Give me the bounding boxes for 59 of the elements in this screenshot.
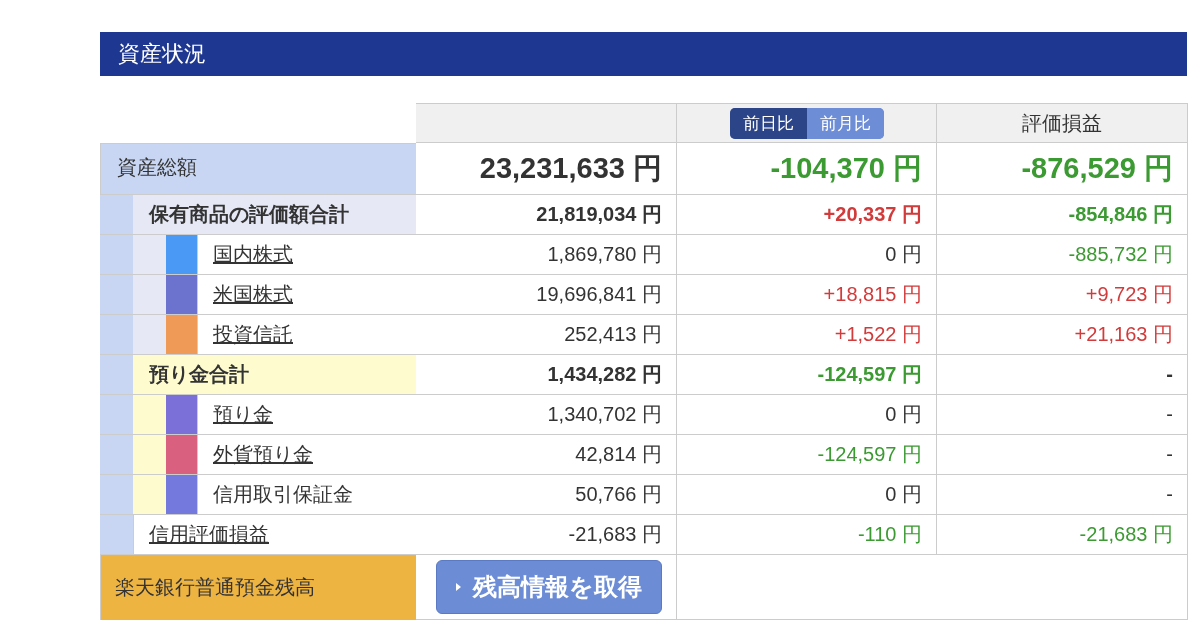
triangle-icon	[456, 583, 461, 591]
table-cell-text: 19,696,841 円	[536, 282, 662, 307]
indent-strip	[133, 395, 166, 434]
table-cell: -	[1166, 363, 1173, 386]
category-link[interactable]: 投資信託	[213, 321, 293, 348]
category-link[interactable]: 預り金	[213, 401, 273, 428]
category-link[interactable]: 国内株式	[213, 241, 293, 268]
table-cell-text: +20,337 円	[823, 202, 922, 227]
table-cell-text: -21,683 円	[568, 522, 662, 547]
indent-strip	[100, 235, 133, 274]
indent-strip	[100, 275, 133, 314]
table-cell-text: -104,370 円	[770, 150, 922, 186]
table-cell-text: -124,597 円	[817, 362, 922, 387]
table-cell-text: +18,815 円	[823, 282, 922, 307]
group-label-cell: 預り金合計	[133, 355, 416, 394]
table-cell-text: -110 円	[857, 522, 922, 547]
toggle-tab[interactable]: 前日比	[729, 107, 807, 139]
row-label: 楽天銀行普通預金残高	[115, 575, 315, 600]
category-link[interactable]: 信用評価損益	[149, 521, 269, 548]
indent-strip	[100, 395, 133, 434]
table-cell-text: 1,434,282 円	[547, 362, 662, 387]
table-cell-text: -854,846 円	[1068, 202, 1173, 227]
indent-strip	[100, 355, 133, 394]
table-cell-text: 252,413 円	[564, 322, 662, 347]
section-title: 資産状況	[100, 32, 1187, 76]
table-cell-text: 0 円	[885, 242, 922, 267]
table-cell-text: +21,163 円	[1074, 322, 1173, 347]
table-cell-text: 0 円	[885, 402, 922, 427]
column-header: 評価損益	[1022, 110, 1102, 136]
indent-strip	[100, 435, 133, 474]
table-cell-text: 1,340,702 円	[547, 402, 662, 427]
indent-strip	[133, 275, 166, 314]
table-cell-text: 42,814 円	[575, 442, 662, 467]
table-cell-text: 0 円	[885, 482, 922, 507]
group-label-cell: 保有商品の評価額合計	[133, 195, 416, 234]
category-link[interactable]: 米国株式	[213, 281, 293, 308]
indent-strip	[100, 315, 133, 354]
table-cell-text: 23,231,633 円	[479, 150, 662, 186]
indent-strip	[133, 235, 166, 274]
table-cell: -	[1166, 483, 1173, 506]
category-link[interactable]: 外貨預り金	[213, 441, 313, 468]
table-cell: -	[1166, 443, 1173, 466]
table-cell-text: 1,869,780 円	[547, 242, 662, 267]
table-cell-text: -876,529 円	[1021, 150, 1173, 186]
indent-strip	[100, 515, 133, 554]
table-cell-text: 50,766 円	[575, 482, 662, 507]
table-cell-text: +1,522 円	[834, 322, 922, 347]
table-cell-text: 21,819,034 円	[536, 202, 662, 227]
indent-strip	[133, 475, 166, 514]
table-cell-text: +9,723 円	[1085, 282, 1173, 307]
row-label: 信用取引保証金	[213, 482, 353, 507]
table-cell-text: -21,683 円	[1079, 522, 1173, 547]
indent-strip	[133, 435, 166, 474]
indent-strip	[100, 475, 133, 514]
table-cell-text: -124,597 円	[817, 442, 922, 467]
indent-strip	[133, 315, 166, 354]
table-cell: -	[1166, 403, 1173, 426]
table-cell-text: -885,732 円	[1068, 242, 1173, 267]
row-label: 資産総額	[117, 155, 197, 180]
